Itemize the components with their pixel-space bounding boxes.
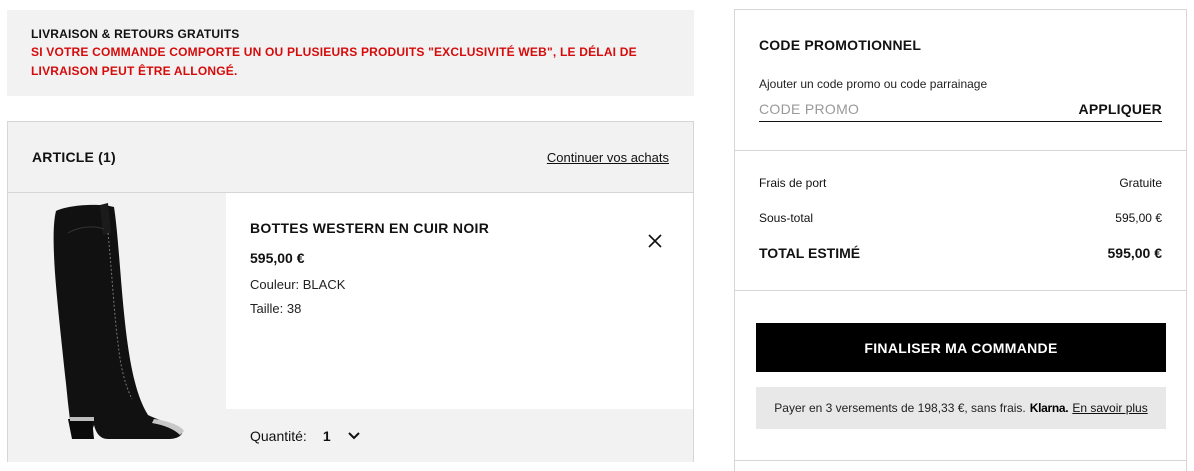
shipping-label: Frais de port	[759, 176, 827, 190]
product-color: Couleur: BLACK	[250, 277, 346, 292]
remove-item-button[interactable]	[647, 233, 663, 249]
banner-title: LIVRAISON & RETOURS GRATUITS	[31, 27, 240, 41]
banner-warning-line1: SI VOTRE COMMANDE COMPORTE UN OU PLUSIEU…	[31, 45, 637, 59]
cart-panel: ARTICLE (1) Continuer vos achats BOTTES …	[7, 121, 694, 462]
black-western-boot-icon	[53, 203, 184, 439]
total-label: TOTAL ESTIMÉ	[759, 245, 861, 261]
product-details: BOTTES WESTERN EN CUIR NOIR 595,00 € Cou…	[226, 193, 693, 409]
promo-section: CODE PROMOTIONNEL Ajouter un code promo …	[735, 10, 1186, 151]
chevron-down-icon[interactable]	[347, 429, 361, 443]
product-image[interactable]	[8, 193, 226, 462]
promo-code-input[interactable]	[759, 101, 1009, 117]
cart-header: ARTICLE (1) Continuer vos achats	[8, 122, 693, 193]
total-row: TOTAL ESTIMÉ 595,00 €	[759, 245, 1162, 261]
checkout-button[interactable]: FINALISER MA COMMANDE	[756, 323, 1166, 372]
shipping-banner: LIVRAISON & RETOURS GRATUITS SI VOTRE CO…	[7, 10, 694, 96]
apply-promo-button[interactable]: APPLIQUER	[1079, 101, 1162, 117]
quantity-value[interactable]: 1	[323, 428, 331, 444]
promo-title: CODE PROMOTIONNEL	[759, 37, 922, 53]
subtotal-value: 595,00 €	[1115, 211, 1162, 225]
klarna-text: Payer en 3 versements de 198,33 €, sans …	[774, 401, 1026, 415]
product-size: Taille: 38	[250, 301, 302, 316]
close-icon	[648, 234, 662, 248]
promo-hint: Ajouter un code promo ou code parrainage	[759, 77, 988, 91]
quantity-selector[interactable]: Quantité: 1	[226, 409, 693, 462]
klarna-banner: Payer en 3 versements de 198,33 €, sans …	[756, 387, 1166, 429]
order-summary-panel: CODE PROMOTIONNEL Ajouter un code promo …	[734, 9, 1187, 471]
shipping-row: Frais de port Gratuite	[759, 176, 1162, 190]
subtotal-row: Sous-total 595,00 €	[759, 211, 1162, 225]
promo-input-row: APPLIQUER	[759, 101, 1162, 122]
product-name[interactable]: BOTTES WESTERN EN CUIR NOIR	[250, 220, 669, 236]
klarna-learn-more-link[interactable]: En savoir plus	[1072, 401, 1147, 415]
quantity-label: Quantité:	[250, 427, 307, 444]
product-price: 595,00 €	[250, 250, 305, 266]
cart-title: ARTICLE (1)	[32, 149, 116, 165]
shipping-value: Gratuite	[1119, 176, 1162, 190]
divider	[735, 460, 1186, 461]
totals-section: Frais de port Gratuite Sous-total 595,00…	[735, 151, 1186, 291]
banner-warning-line2: LIVRAISON PEUT ÊTRE ALLONGÉ.	[31, 64, 238, 78]
klarna-logo: Klarna.	[1029, 401, 1069, 415]
cart-item: BOTTES WESTERN EN CUIR NOIR 595,00 € Cou…	[8, 193, 693, 462]
total-value: 595,00 €	[1107, 245, 1163, 261]
continue-shopping-link[interactable]: Continuer vos achats	[547, 150, 669, 165]
subtotal-label: Sous-total	[759, 211, 814, 225]
